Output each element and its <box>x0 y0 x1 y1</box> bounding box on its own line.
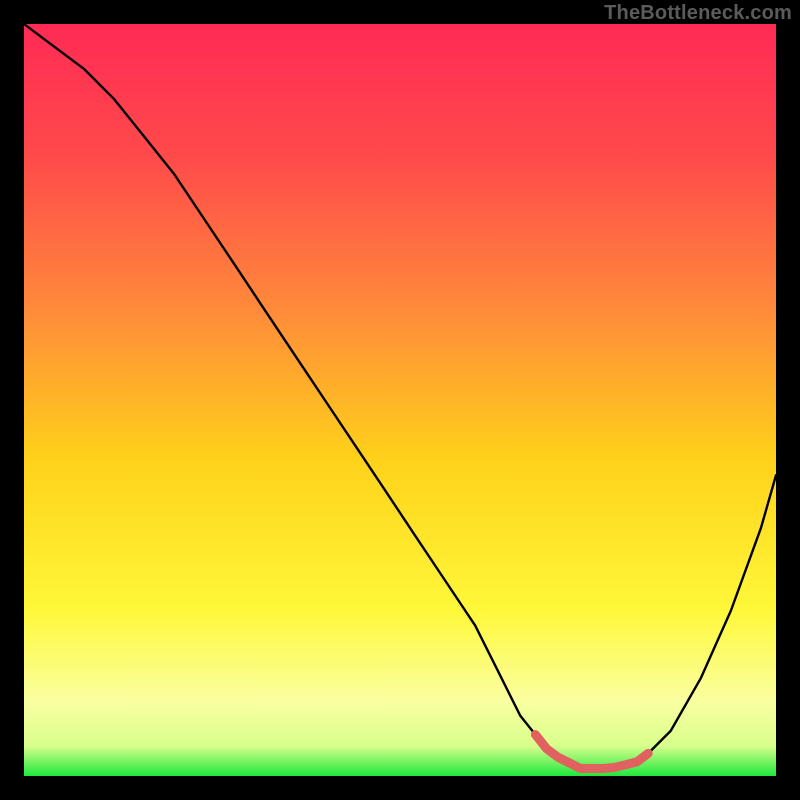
chart-frame: TheBottleneck.com <box>0 0 800 800</box>
watermark-label: TheBottleneck.com <box>604 2 792 25</box>
bottleneck-curve <box>24 24 776 769</box>
recommended-range-marker <box>535 735 648 769</box>
chart-curve-layer <box>24 24 776 776</box>
plot-area <box>24 24 776 776</box>
